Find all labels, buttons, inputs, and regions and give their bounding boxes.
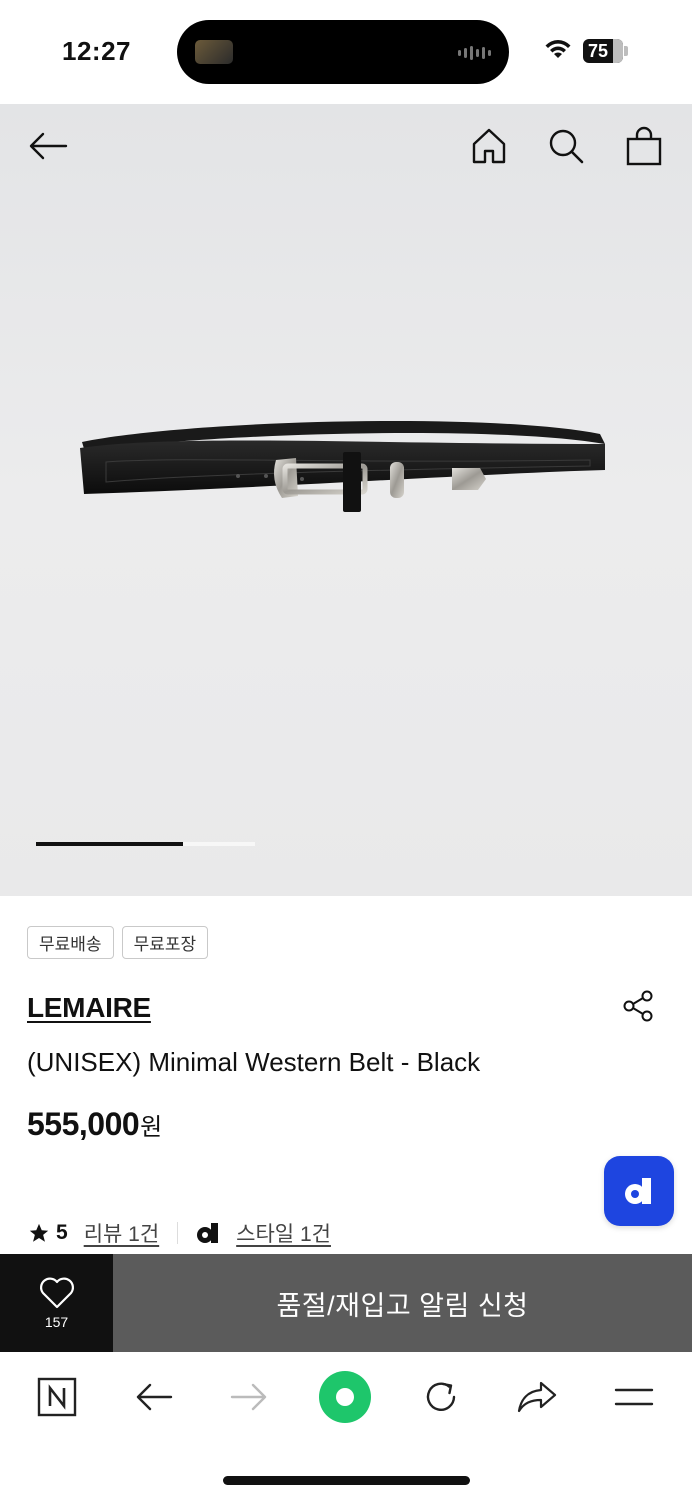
rating-review-row: 5 리뷰 1건 스타일 1건 [28, 1218, 331, 1248]
price-value: 555,000 [27, 1106, 140, 1142]
purchase-bar: 157 품절/재입고 알림 신청 [0, 1254, 692, 1352]
wishlist-button[interactable]: 157 [0, 1254, 113, 1352]
gallery-progress-fill [36, 842, 183, 846]
forward-icon[interactable] [220, 1372, 278, 1422]
dynamic-island[interactable] [177, 20, 509, 84]
naver-n-icon[interactable] [28, 1372, 86, 1422]
hero-nav [0, 104, 692, 190]
star-icon [29, 1223, 49, 1242]
rating-value: 5 [56, 1221, 68, 1244]
d-logo-icon [625, 1178, 651, 1204]
belt-product-image [80, 420, 605, 512]
share-icon[interactable] [618, 986, 658, 1026]
menu-icon[interactable] [605, 1372, 663, 1422]
status-time: 12:27 [62, 36, 131, 66]
battery-cap [624, 46, 628, 56]
refresh-icon[interactable] [412, 1372, 470, 1422]
badge-free-wrapping: 무료포장 [121, 926, 209, 959]
status-bar: 12:27 75 [0, 0, 692, 104]
wifi-icon [545, 40, 571, 58]
search-icon[interactable] [544, 124, 588, 168]
wishlist-count: 157 [44, 1314, 69, 1330]
restock-notify-button[interactable]: 품절/재입고 알림 신청 [113, 1254, 692, 1352]
share-forward-icon[interactable] [508, 1372, 566, 1422]
product-price: 555,000원 [27, 1106, 162, 1143]
back-icon[interactable] [125, 1372, 183, 1422]
heart-icon [39, 1277, 74, 1309]
gallery-progress-bar [36, 842, 255, 846]
price-unit: 원 [140, 1114, 162, 1141]
now-playing-thumbnail [195, 40, 233, 64]
battery-level: 75 [588, 40, 609, 61]
shopping-bag-icon[interactable] [622, 124, 666, 168]
d-floating-button[interactable] [604, 1156, 674, 1226]
brand-link[interactable]: LEMAIRE [27, 992, 151, 1024]
product-name: (UNISEX) Minimal Western Belt - Black [27, 1047, 481, 1077]
d-brand-icon [197, 1223, 219, 1243]
review-link[interactable]: 리뷰 1건 [84, 1218, 159, 1248]
back-arrow-icon[interactable] [26, 124, 70, 168]
home-indicator[interactable] [223, 1476, 470, 1485]
badge-list: 무료배송 무료포장 [27, 926, 209, 959]
audio-wave-icon [458, 46, 491, 60]
divider [177, 1222, 179, 1244]
battery-icon: 75 [583, 39, 623, 63]
badge-free-shipping: 무료배송 [27, 926, 114, 959]
home-icon[interactable] [467, 124, 511, 168]
green-dot-icon[interactable] [316, 1371, 374, 1423]
product-image-gallery[interactable] [0, 104, 692, 896]
style-link[interactable]: 스타일 1건 [236, 1218, 331, 1248]
